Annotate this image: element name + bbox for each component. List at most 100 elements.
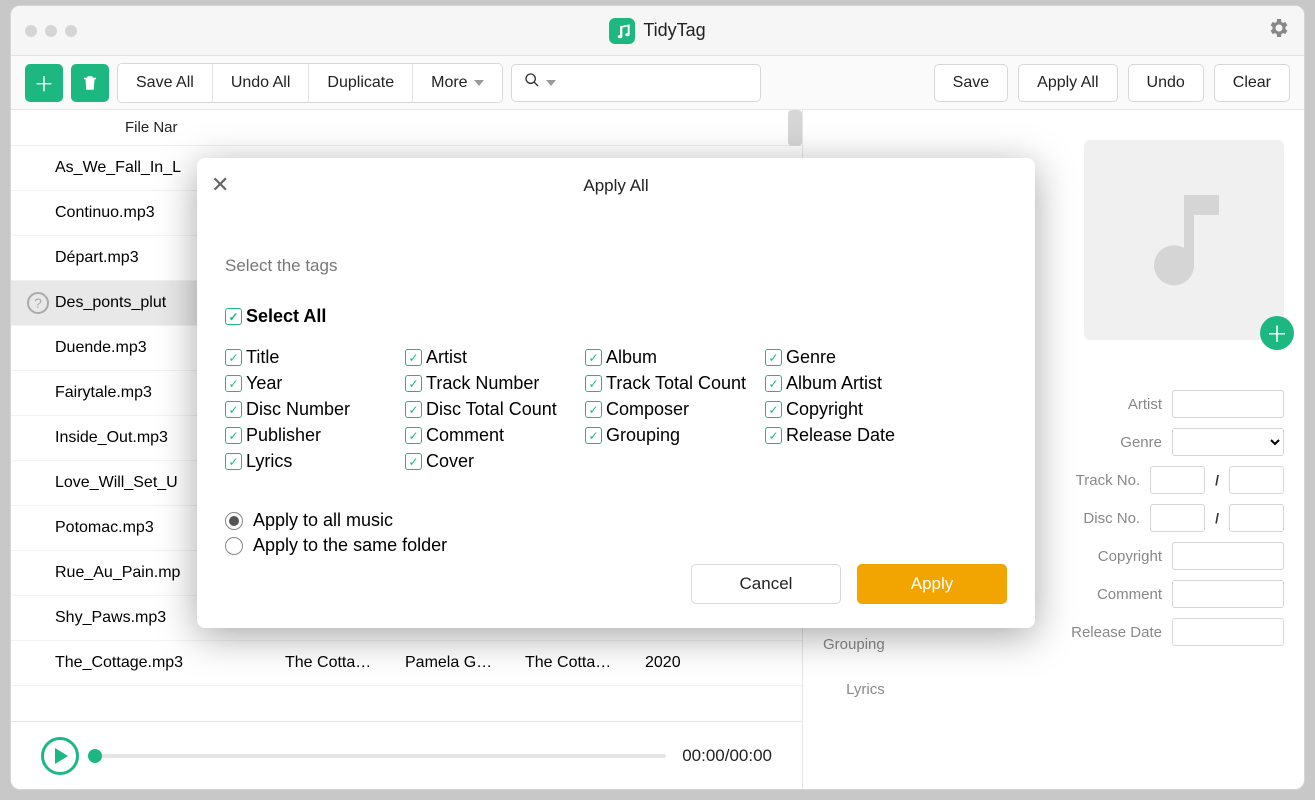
search-input[interactable]	[511, 64, 761, 102]
app-logo-icon	[609, 18, 635, 44]
tag-checkbox[interactable]: Year	[225, 373, 405, 394]
more-button[interactable]: More	[413, 64, 501, 102]
tag-checkbox[interactable]: Publisher	[225, 425, 405, 446]
release-date-input[interactable]	[1172, 618, 1284, 646]
checkbox-icon	[585, 375, 602, 392]
undo-all-button[interactable]: Undo All	[213, 64, 310, 102]
lyrics-label: Lyrics	[846, 681, 885, 698]
minimize-window-icon[interactable]	[45, 25, 57, 37]
apply-all-button[interactable]: Apply All	[1018, 64, 1117, 102]
apply-all-dialog: ✕ Apply All Select the tags Select All T…	[197, 158, 1035, 628]
close-icon[interactable]: ✕	[211, 172, 229, 198]
add-cover-button[interactable]: ＋	[1260, 316, 1294, 350]
tag-checkbox[interactable]: Disc Number	[225, 399, 405, 420]
copyright-input[interactable]	[1172, 542, 1284, 570]
tag-checkbox[interactable]: Title	[225, 347, 405, 368]
tag-label: Cover	[426, 451, 474, 472]
play-button[interactable]	[41, 737, 79, 775]
close-window-icon[interactable]	[25, 25, 37, 37]
tag-checkbox[interactable]: Comment	[405, 425, 585, 446]
checkbox-icon	[405, 401, 422, 418]
duplicate-button[interactable]: Duplicate	[309, 64, 413, 102]
checkbox-icon	[405, 375, 422, 392]
tag-label: Track Total Count	[606, 373, 746, 394]
tag-label: Grouping	[606, 425, 680, 446]
comment-input[interactable]	[1172, 580, 1284, 608]
dialog-instruction: Select the tags	[225, 256, 1007, 276]
tag-label: Album Artist	[786, 373, 882, 394]
disc-total-input[interactable]	[1229, 504, 1284, 532]
file-name: The_Cottage.mp3	[55, 654, 275, 672]
tag-label: Lyrics	[246, 451, 292, 472]
main-toolbar: ＋ Save All Undo All Duplicate More Save …	[11, 56, 1304, 110]
file-row[interactable]: The_Cottage.mp3The Cotta…Pamela G…The Co…	[11, 641, 802, 686]
file-year: 2020	[645, 654, 715, 672]
settings-icon[interactable]	[1266, 16, 1290, 46]
checkbox-icon	[405, 349, 422, 366]
save-button[interactable]: Save	[934, 64, 1008, 102]
window-controls	[25, 25, 77, 37]
tag-label: Comment	[426, 425, 504, 446]
file-artist: Pamela G…	[405, 654, 515, 672]
track-no-input[interactable]	[1150, 466, 1205, 494]
cancel-button[interactable]: Cancel	[691, 564, 841, 604]
search-dropdown-icon[interactable]	[546, 80, 556, 86]
artist-input[interactable]	[1172, 390, 1284, 418]
radio-apply-folder[interactable]: Apply to the same folder	[225, 535, 1007, 556]
checkbox-icon	[225, 349, 242, 366]
checkbox-icon	[405, 427, 422, 444]
tag-checkbox[interactable]: Artist	[405, 347, 585, 368]
radio-all-label: Apply to all music	[253, 510, 393, 531]
checkbox-icon	[225, 453, 242, 470]
file-album: The Cotta…	[525, 654, 635, 672]
radio-icon	[225, 537, 243, 555]
slash-2: /	[1215, 510, 1219, 526]
clear-button[interactable]: Clear	[1214, 64, 1290, 102]
column-filename[interactable]: File Nar	[55, 119, 802, 136]
tag-label: Album	[606, 347, 657, 368]
delete-button[interactable]	[71, 64, 109, 102]
checkbox-icon	[585, 349, 602, 366]
tag-label: Publisher	[246, 425, 321, 446]
checkbox-icon	[585, 427, 602, 444]
add-button[interactable]: ＋	[25, 64, 63, 102]
more-label: More	[431, 74, 467, 92]
disc-no-input[interactable]	[1150, 504, 1205, 532]
checkbox-icon	[225, 427, 242, 444]
question-icon: ?	[27, 292, 49, 314]
tag-checkbox[interactable]: Grouping	[585, 425, 765, 446]
album-cover[interactable]: ＋	[1084, 140, 1284, 340]
tag-checkbox[interactable]: Disc Total Count	[405, 399, 585, 420]
select-all-checkbox[interactable]: Select All	[225, 306, 1007, 327]
tag-checkbox[interactable]: Composer	[585, 399, 765, 420]
radio-folder-label: Apply to the same folder	[253, 535, 447, 556]
undo-button[interactable]: Undo	[1128, 64, 1204, 102]
tag-checkbox[interactable]: Cover	[405, 451, 585, 472]
genre-select[interactable]	[1172, 428, 1284, 456]
app-title: TidyTag	[643, 20, 705, 41]
tag-checkbox[interactable]: Track Total Count	[585, 373, 765, 394]
track-total-input[interactable]	[1229, 466, 1284, 494]
checkbox-icon	[225, 401, 242, 418]
genre-label: Genre	[1120, 434, 1162, 451]
tag-checkbox[interactable]: Copyright	[765, 399, 945, 420]
scroll-indicator[interactable]	[788, 110, 802, 146]
tag-label: Disc Number	[246, 399, 350, 420]
tag-checkbox[interactable]: Album Artist	[765, 373, 945, 394]
apply-button[interactable]: Apply	[857, 564, 1007, 604]
tag-checkbox[interactable]: Album	[585, 347, 765, 368]
tag-checkbox[interactable]: Lyrics	[225, 451, 405, 472]
tag-label: Title	[246, 347, 279, 368]
tag-checkbox[interactable]: Genre	[765, 347, 945, 368]
progress-handle[interactable]	[88, 749, 102, 763]
tag-label: Composer	[606, 399, 689, 420]
progress-bar[interactable]	[95, 754, 666, 758]
tag-checkbox[interactable]: Track Number	[405, 373, 585, 394]
radio-apply-all[interactable]: Apply to all music	[225, 510, 1007, 531]
player-bar: 00:00/00:00	[11, 721, 802, 789]
save-all-button[interactable]: Save All	[118, 64, 213, 102]
checkbox-icon	[765, 375, 782, 392]
maximize-window-icon[interactable]	[65, 25, 77, 37]
tag-checkbox[interactable]: Release Date	[765, 425, 945, 446]
checkbox-icon	[765, 401, 782, 418]
